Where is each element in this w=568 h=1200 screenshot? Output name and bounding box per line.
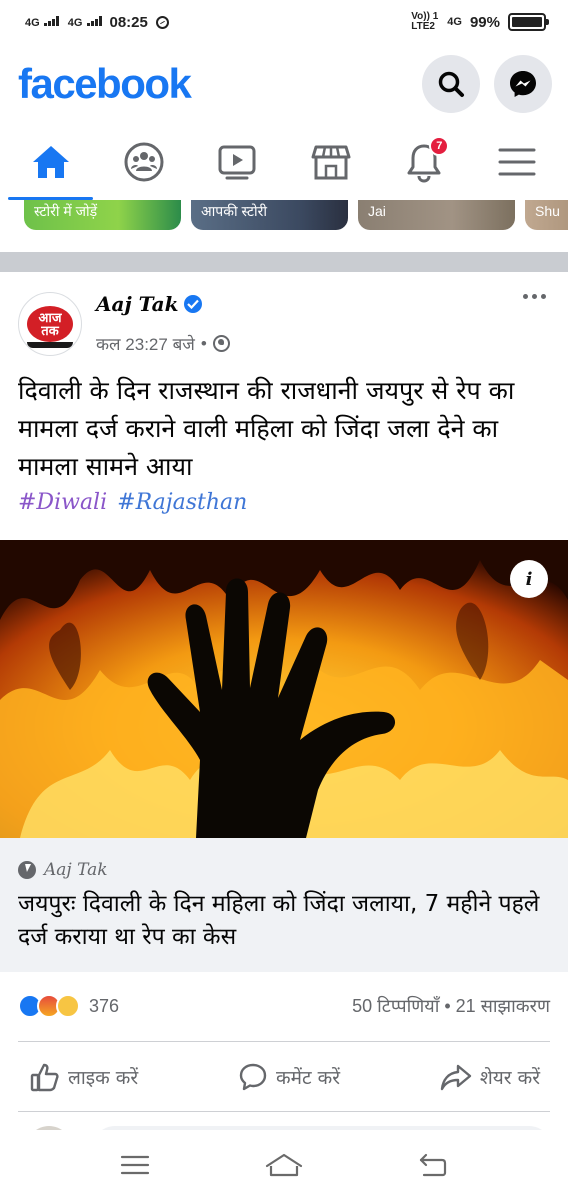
home-icon <box>32 146 69 178</box>
network-indicator-1: 4G <box>24 15 59 29</box>
tab-home[interactable] <box>4 124 97 200</box>
reaction-count: 376 <box>89 995 120 1016</box>
battery-icon <box>508 13 549 31</box>
recent-apps-icon <box>120 1155 149 1175</box>
facebook-logo[interactable]: facebook <box>18 60 192 108</box>
nav-tabs: 7 <box>0 124 568 200</box>
search-button[interactable] <box>422 55 480 113</box>
system-nav-bar <box>0 1130 568 1200</box>
signal-icon <box>43 15 59 26</box>
divider <box>18 1111 550 1112</box>
story-label: आपकी स्टोरी <box>201 202 268 219</box>
marketplace-icon <box>311 145 351 180</box>
more-options-button[interactable] <box>523 294 546 299</box>
link-source: Aaj Tak <box>18 860 550 880</box>
link-preview[interactable]: Aaj Tak जयपुरः दिवाली के दिन महिला को जि… <box>0 838 568 972</box>
watch-icon <box>218 145 256 180</box>
network-indicator-2: 4G <box>67 15 102 29</box>
post-author[interactable]: Aaj Tak <box>96 292 203 316</box>
status-right: Vo)) 1 LTE2 4G 99% <box>411 11 549 32</box>
story-card[interactable]: Jai <box>358 200 515 230</box>
comment-button[interactable]: कमेंट करें <box>238 1062 340 1092</box>
volte-indicator: Vo)) 1 LTE2 <box>411 11 439 32</box>
reaction-summary[interactable]: 376 <box>18 994 119 1018</box>
thumbs-up-icon <box>30 1063 59 1092</box>
battery-percent: 99% <box>469 13 500 31</box>
action-bar: लाइक करें कमेंट करें शेयर करें <box>18 1044 550 1110</box>
dot-icon <box>532 294 537 299</box>
aaj-tak-logo: आज तक <box>27 306 73 348</box>
story-label: Jai <box>368 203 386 219</box>
divider <box>18 1041 550 1042</box>
globe-icon <box>212 335 230 352</box>
notification-badge: 7 <box>429 136 450 156</box>
post-timestamp[interactable]: कल 23:27 बजे <box>96 332 195 355</box>
share-label: शेयर करें <box>479 1067 540 1089</box>
app-header: facebook <box>0 44 568 124</box>
verified-badge-icon <box>184 295 203 313</box>
recent-apps-button[interactable] <box>105 1135 165 1195</box>
header-actions <box>422 55 552 113</box>
tab-watch[interactable] <box>191 124 284 200</box>
network-indicator-3: 4G <box>447 15 462 28</box>
story-card[interactable]: Shu <box>525 200 568 230</box>
messenger-icon <box>510 71 536 97</box>
menu-icon <box>498 148 536 176</box>
like-button[interactable]: लाइक करें <box>30 1062 138 1092</box>
messenger-button[interactable] <box>494 55 552 113</box>
post-header: आज तक Aaj Tak कल 23:27 बजे • <box>0 272 568 364</box>
clock: 08:25 <box>109 13 148 31</box>
hashtag-link[interactable]: #Diwali <box>18 490 107 515</box>
back-button[interactable] <box>403 1135 463 1195</box>
instant-article-icon <box>18 861 36 879</box>
comment-label: कमेंट करें <box>276 1067 340 1089</box>
post-meta: कल 23:27 बजे • <box>96 332 230 355</box>
network-label-1: 4G <box>25 16 40 29</box>
dot-icon <box>541 294 546 299</box>
tab-menu[interactable] <box>471 124 564 200</box>
post-text: दिवाली के दिन राजस्थान की राजधानी जयपुर … <box>18 376 515 481</box>
story-card[interactable]: स्टोरी में जोड़ें <box>24 200 181 230</box>
link-source-name: Aaj Tak <box>44 860 108 880</box>
search-icon <box>438 71 464 97</box>
post-image[interactable]: i <box>0 540 568 838</box>
network-label-2: 4G <box>67 16 83 29</box>
like-label: लाइक करें <box>68 1067 139 1089</box>
share-button[interactable]: शेयर करें <box>440 1062 540 1092</box>
info-button[interactable]: i <box>510 560 548 598</box>
engagement-stats[interactable]: 50 टिप्पणियाँ • 21 साझाकरण <box>352 994 550 1018</box>
dot-icon <box>523 294 528 299</box>
status-left: 4G 4G 08:25 <box>24 14 169 31</box>
signal-icon <box>86 15 102 26</box>
hashtag-link[interactable]: #Rajasthan <box>117 490 247 515</box>
tab-groups[interactable] <box>97 124 190 200</box>
story-label: स्टोरी में जोड़ें <box>34 202 98 219</box>
meta-separator: • <box>200 333 207 353</box>
back-icon <box>420 1153 447 1177</box>
home-outline-icon <box>265 1153 303 1177</box>
status-bar: 4G 4G 08:25 Vo)) 1 LTE2 4G 99% <box>0 0 568 44</box>
share-icon <box>440 1064 472 1091</box>
tab-marketplace[interactable] <box>284 124 377 200</box>
fire-hand-image <box>0 540 568 838</box>
link-title: जयपुरः दिवाली के दिन महिला को जिंदा जलाय… <box>18 891 540 950</box>
author-name[interactable]: Aaj Tak <box>96 292 178 316</box>
avatar[interactable]: आज तक <box>18 292 82 356</box>
hashtags: #Diwali #Rajasthan <box>18 490 247 515</box>
story-label: Shu <box>535 203 560 219</box>
messenger-notification-icon <box>155 15 169 29</box>
tab-notifications[interactable]: 7 <box>377 124 470 200</box>
reactions-row: 376 50 टिप्पणियाँ • 21 साझाकरण <box>18 990 550 1022</box>
groups-icon <box>124 142 164 182</box>
home-button[interactable] <box>254 1135 314 1195</box>
comment-icon <box>239 1063 267 1091</box>
feed-divider <box>0 252 568 272</box>
stories-strip: स्टोरी में जोड़ें आपकी स्टोरी Jai Shu <box>0 200 568 234</box>
sad-reaction-icon <box>56 994 80 1018</box>
story-card[interactable]: आपकी स्टोरी <box>191 200 348 230</box>
